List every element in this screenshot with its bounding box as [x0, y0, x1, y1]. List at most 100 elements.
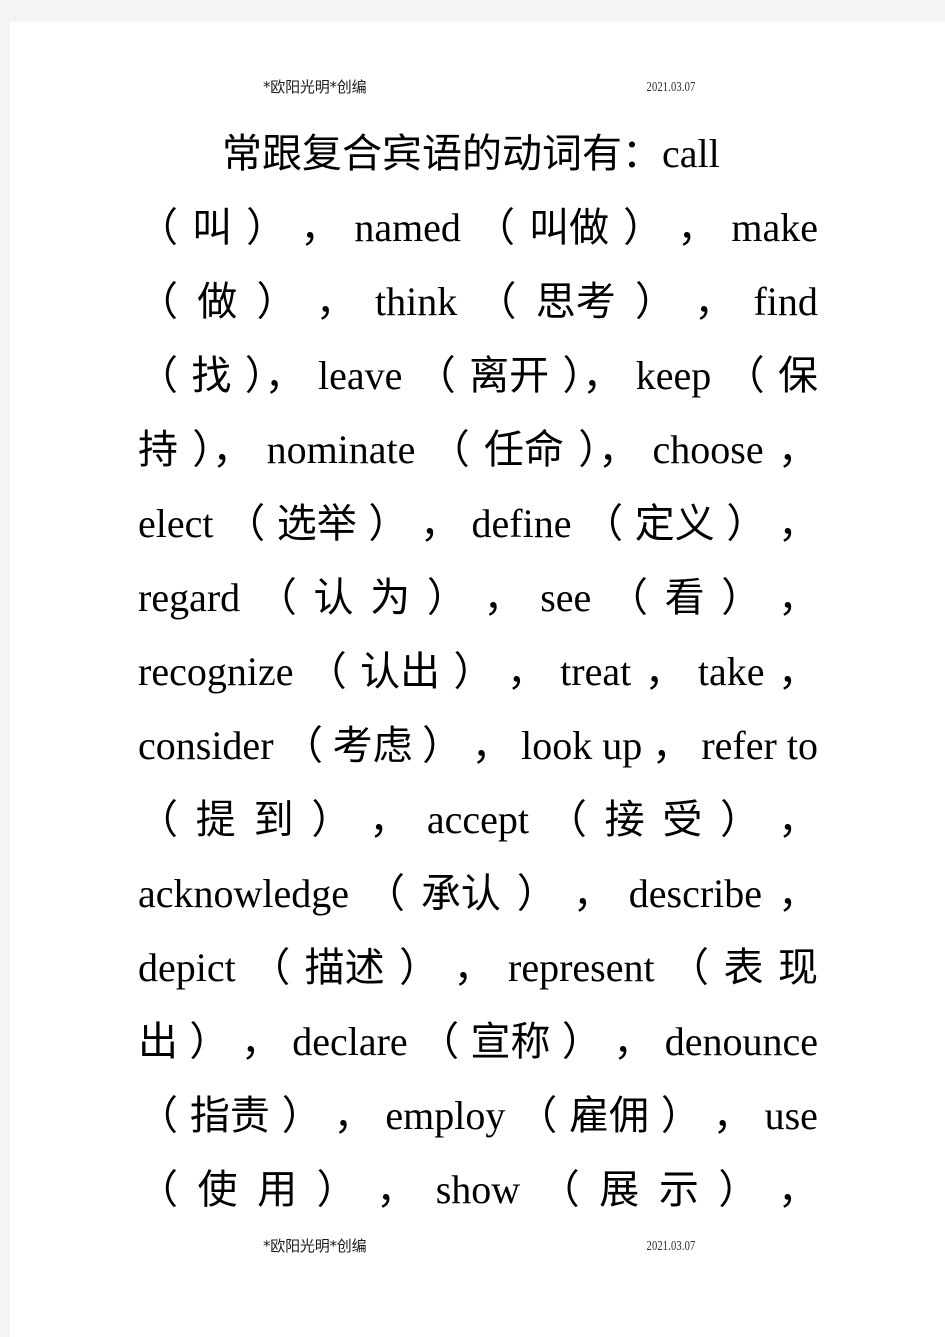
line-cjk-run: 提	[195, 797, 236, 843]
line-cjk-run: 展	[599, 1167, 640, 1213]
line-punct: ，	[777, 575, 818, 621]
line-latin-run: describe	[628, 871, 763, 916]
line-punct: ，	[777, 501, 818, 547]
line-punct: ，	[300, 205, 341, 251]
line-latin-run: use	[764, 1093, 818, 1138]
line-punct: （	[429, 427, 470, 473]
line-punct: （	[138, 797, 178, 843]
text-line: 常跟复合宾语的动词有：call	[138, 117, 818, 191]
line-punct: ）	[256, 279, 297, 325]
line-punct: （	[539, 1167, 580, 1213]
line-punct: ，	[644, 649, 685, 695]
line-cjk-run: 使	[197, 1167, 238, 1213]
document-page: *欧阳光明*创编 2021.03.07 常跟复合宾语的动词有：call （叫），…	[10, 22, 945, 1337]
line-cjk-run: 用	[257, 1167, 298, 1213]
line-punct: （	[138, 1093, 178, 1139]
line-latin-run: define	[471, 501, 572, 546]
line-punct: （	[138, 1167, 178, 1213]
line-punct: ，	[712, 1093, 753, 1139]
line-cjk-run: 看	[664, 575, 705, 621]
line-punct: ），	[578, 427, 639, 473]
line-punct: ）	[561, 1019, 602, 1065]
line-punct: ）	[718, 1167, 759, 1213]
text-line: acknowledge （ 承认 ） ， describe ，	[138, 857, 818, 931]
line-latin-run: find	[753, 279, 818, 324]
line-punct: ）	[399, 945, 440, 991]
line-latin-run: represent	[508, 945, 655, 990]
line-cjk-run: 思考	[535, 279, 616, 325]
line-punct: （	[138, 279, 178, 325]
line-punct: ，	[777, 1167, 818, 1213]
line-punct: ）	[516, 871, 557, 917]
line-latin-run: accept	[426, 797, 530, 842]
line-latin-run: choose	[652, 427, 764, 472]
line-latin-run: show	[435, 1167, 521, 1212]
line-cjk-run: 做	[197, 279, 238, 325]
running-foot-date: 2021.03.07	[646, 1238, 696, 1253]
line-latin-run: call	[662, 131, 720, 176]
running-head: *欧阳光明*创编 2021.03.07	[10, 76, 945, 98]
text-line: （ 使用 ） ， show （ 展示 ） ，	[138, 1153, 818, 1227]
line-punct: ，	[369, 797, 410, 843]
text-line: depict （ 描述 ） ， represent （ 表现	[138, 931, 818, 1005]
line-latin-run: consider	[138, 723, 274, 768]
text-line: recognize （ 认出 ） ， treat ， take ，	[138, 635, 818, 709]
line-cjk-run: 受	[662, 797, 703, 843]
line-punct: ），	[244, 353, 305, 399]
line-punct: ），	[562, 353, 623, 399]
line-punct: ，	[572, 871, 613, 917]
line-cjk-run: 到	[253, 797, 294, 843]
line-punct: ）	[453, 649, 494, 695]
line-punct: ）	[721, 575, 762, 621]
text-line: regard （ 认为 ） ， see （ 看 ） ，	[138, 561, 818, 635]
line-punct: ）	[720, 797, 761, 843]
line-punct: ）	[726, 501, 767, 547]
line-punct: （	[256, 575, 297, 621]
text-line: （ 找 ）， leave （ 离开 ）， keep （ 保	[138, 339, 818, 413]
line-punct: ：	[622, 131, 662, 177]
line-punct: ，	[777, 797, 818, 843]
line-cjk-run: 保	[777, 353, 818, 399]
line-punct: ，	[613, 1019, 654, 1065]
line-cjk-run: 接	[604, 797, 645, 843]
line-cjk-run: 叫做	[529, 205, 610, 251]
line-cjk-run: 描述	[304, 945, 385, 991]
line-punct: ）	[426, 575, 467, 621]
line-cjk-run: 考虑	[332, 723, 413, 769]
body-text: 常跟复合宾语的动词有：call （叫）， named （叫做）， make （做）， t…	[138, 117, 818, 1227]
line-punct: ，	[778, 871, 818, 917]
line-punct: ，	[240, 1019, 281, 1065]
line-latin-run: recognize	[138, 649, 294, 694]
running-foot: *欧阳光明*创编 2021.03.07	[10, 1235, 945, 1257]
running-head-date: 2021.03.07	[646, 79, 696, 94]
line-latin-run: look up	[521, 723, 643, 768]
line-latin-run: see	[540, 575, 592, 620]
line-punct: ，	[651, 723, 692, 769]
line-latin-run: employ	[385, 1093, 506, 1138]
line-punct: ，	[777, 649, 818, 695]
line-cjk-run: 认	[313, 575, 354, 621]
line-punct: ）	[281, 1093, 322, 1139]
line-punct: （	[476, 279, 517, 325]
line-punct: ）	[623, 205, 664, 251]
line-latin-run: refer to	[701, 723, 818, 768]
running-head-author: *欧阳光明*创编	[263, 78, 367, 96]
line-latin-run: leave	[318, 353, 403, 398]
line-punct: ，	[453, 945, 494, 991]
line-latin-run: nominate	[266, 427, 416, 472]
line-punct: ，	[376, 1167, 417, 1213]
line-cjk-run: 承认	[420, 871, 501, 917]
line-punct: ，	[483, 575, 524, 621]
line-punct: （	[669, 945, 710, 991]
running-foot-author: *欧阳光明*创编	[263, 1237, 367, 1255]
line-cjk-run: 表	[723, 945, 764, 991]
line-punct: ）	[311, 797, 352, 843]
line-punct: （	[306, 649, 347, 695]
text-line: elect （选举）， define （定义），	[138, 487, 818, 561]
line-punct: （	[583, 501, 624, 547]
line-latin-run: declare	[292, 1019, 408, 1064]
line-cjk-run: 任命	[483, 427, 564, 473]
line-latin-run: elect	[138, 501, 214, 546]
line-latin-run: regard	[138, 575, 241, 620]
text-line: （ 叫 ） ， named （ 叫做 ） ， make	[138, 191, 818, 265]
